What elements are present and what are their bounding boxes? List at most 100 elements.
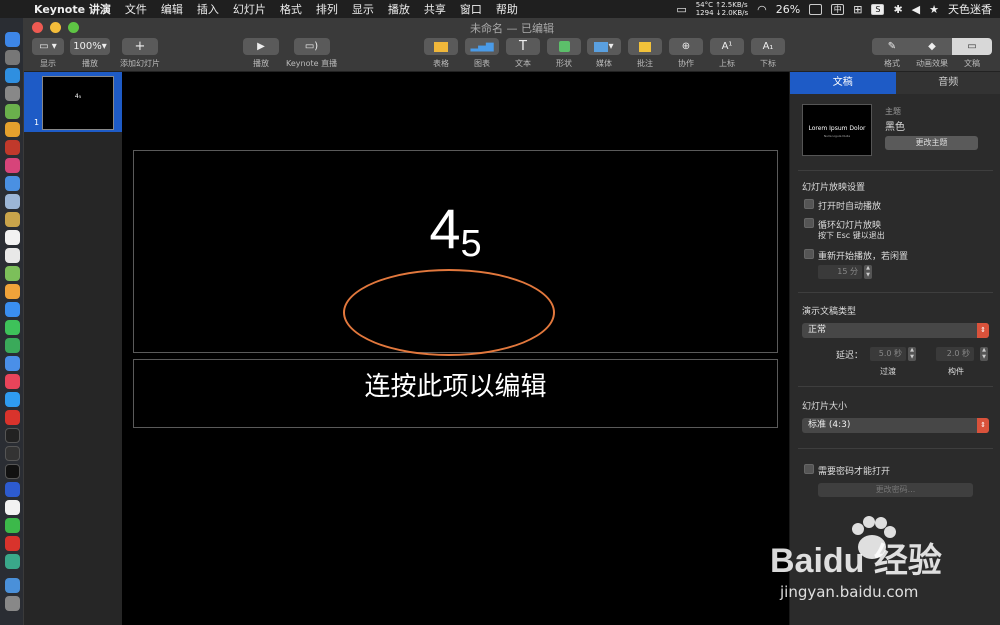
finder-icon[interactable] [5,32,20,47]
change-password-button[interactable]: 更改密码... [818,483,973,497]
wifi-icon[interactable]: ◠ [757,3,767,16]
tab-audio[interactable]: 音频 [895,72,1000,94]
slide-canvas[interactable]: 45 连按此项以编辑 [122,72,789,625]
comment-button[interactable] [628,38,662,55]
chart-button[interactable]: ▂▄▆ [465,38,499,55]
folder-icon[interactable] [5,578,20,593]
yandex-icon[interactable] [5,500,20,515]
theme-thumbnail[interactable]: Lorem Ipsum Dolor Nulla Ligula Nulla [802,104,872,156]
slide-title[interactable]: 45 [122,196,789,265]
menu-view[interactable]: 显示 [352,1,374,17]
superscript-button[interactable]: A¹ [710,38,744,55]
menu-app-name[interactable]: Keynote 讲演 [34,1,111,17]
menu-window[interactable]: 窗口 [460,1,482,17]
restart-checkbox[interactable] [804,249,814,259]
subscript-button[interactable]: A₁ [751,38,785,55]
volume-icon[interactable]: ◀ [912,3,920,16]
battery-icon[interactable] [809,3,823,15]
safari-icon[interactable] [5,68,20,83]
slide-body-text[interactable]: 连按此项以编辑 [122,366,789,403]
grid-icon[interactable]: ⊞ [853,3,862,16]
comment-label: 批注 [637,59,653,68]
media-tool: ▾ 媒体 [587,38,621,69]
slide-thumbnail[interactable]: 4₅ [42,76,114,130]
slide-size-value: 标准 (4:3) [808,420,851,430]
play-tool: ▶ 播放 [243,38,279,69]
star-icon[interactable]: ★ [929,3,939,16]
loop-checkbox[interactable] [804,218,814,228]
idle-time-field[interactable]: 15 分 [818,265,862,279]
terminal-icon[interactable] [5,428,20,443]
network-monitor[interactable]: 54°C ↑2.5KB/s 1294 ↓2.0KB/s [696,1,748,17]
play-button[interactable]: ▶ [243,38,279,55]
messages-green-icon[interactable] [5,320,20,335]
facetime-icon[interactable] [5,338,20,353]
app-teal-icon[interactable] [5,554,20,569]
vpn-icon[interactable] [5,482,20,497]
rocket-icon[interactable] [5,86,20,101]
android-icon[interactable] [5,104,20,119]
table-button[interactable] [424,38,458,55]
reminders-icon[interactable] [5,248,20,263]
activity-monitor-icon[interactable] [5,446,20,461]
require-password-checkbox[interactable] [804,464,814,474]
display-icon[interactable]: ▭ [676,3,686,16]
maps-icon[interactable] [5,266,20,281]
build-delay-stepper[interactable]: ▲ ▼ [980,347,988,361]
shape-button[interactable] [547,38,581,55]
menu-share[interactable]: 共享 [424,1,446,17]
build-delay-field[interactable]: 2.0 秒 [936,347,974,361]
menu-edit[interactable]: 编辑 [161,1,183,17]
document-button[interactable]: ▭ [952,38,992,55]
menu-arrange[interactable]: 排列 [316,1,338,17]
menu-play[interactable]: 播放 [388,1,410,17]
menu-help[interactable]: 帮助 [496,1,518,17]
collaborate-label: 协作 [678,59,694,68]
appstore-icon[interactable] [5,392,20,407]
tab-document[interactable]: 文稿 [790,72,896,94]
slide-size-select[interactable]: 标准 (4:3) ⇕ [802,418,989,433]
zoom-select[interactable]: 100% ▾ [70,38,110,55]
chrome-icon[interactable] [5,122,20,137]
app-pink-icon[interactable] [5,158,20,173]
input-method-icon[interactable]: 中 [831,3,845,15]
collaborate-button[interactable]: ⊕ [669,38,703,55]
format-button[interactable]: ✎ [872,38,912,55]
netease-icon[interactable] [5,536,20,551]
menu-insert[interactable]: 插入 [197,1,219,17]
trash-icon[interactable] [5,596,20,611]
animate-button[interactable]: ◆ [912,38,952,55]
view-button[interactable]: ▭ ▾ [32,38,64,55]
wechat-icon[interactable] [5,518,20,533]
bluetooth-icon[interactable]: ✱ [893,3,902,16]
vivaldi-icon[interactable] [5,410,20,425]
preview-icon[interactable] [5,194,20,209]
menu-file[interactable]: 文件 [125,1,147,17]
console-icon[interactable] [5,464,20,479]
menu-slide[interactable]: 幻灯片 [233,1,266,17]
menu-format[interactable]: 格式 [280,1,302,17]
slide-thumbnail-selected[interactable]: 4₅ 1 [24,72,122,132]
net-line-2: 1294 ↓2.0KB/s [695,9,749,17]
change-theme-button[interactable]: 更改主题 [885,136,978,150]
text-button[interactable]: T [506,38,540,55]
music-icon[interactable] [5,374,20,389]
add-slide-button[interactable]: + [122,38,158,55]
s-app-icon[interactable]: S [871,3,885,15]
app-red-icon[interactable] [5,140,20,155]
transition-delay-field[interactable]: 5.0 秒 [870,347,906,361]
transition-delay-stepper[interactable]: ▲ ▼ [908,347,916,361]
presentation-type-select[interactable]: 正常 ⇕ [802,323,989,338]
launchpad-icon[interactable] [5,50,20,65]
compass-icon[interactable] [5,176,20,191]
photos-icon[interactable] [5,284,20,299]
media-button[interactable]: ▾ [587,38,621,55]
autoplay-checkbox[interactable] [804,199,814,209]
notes-icon[interactable] [5,212,20,227]
keynote-icon[interactable] [5,356,20,371]
calendar-icon[interactable] [5,230,20,245]
keynote-live-button[interactable]: ▭) [293,38,330,55]
messages-blue-icon[interactable] [5,302,20,317]
idle-time-stepper[interactable]: ▲ ▼ [864,265,872,279]
user-name[interactable]: 天色迷香 [948,1,992,17]
